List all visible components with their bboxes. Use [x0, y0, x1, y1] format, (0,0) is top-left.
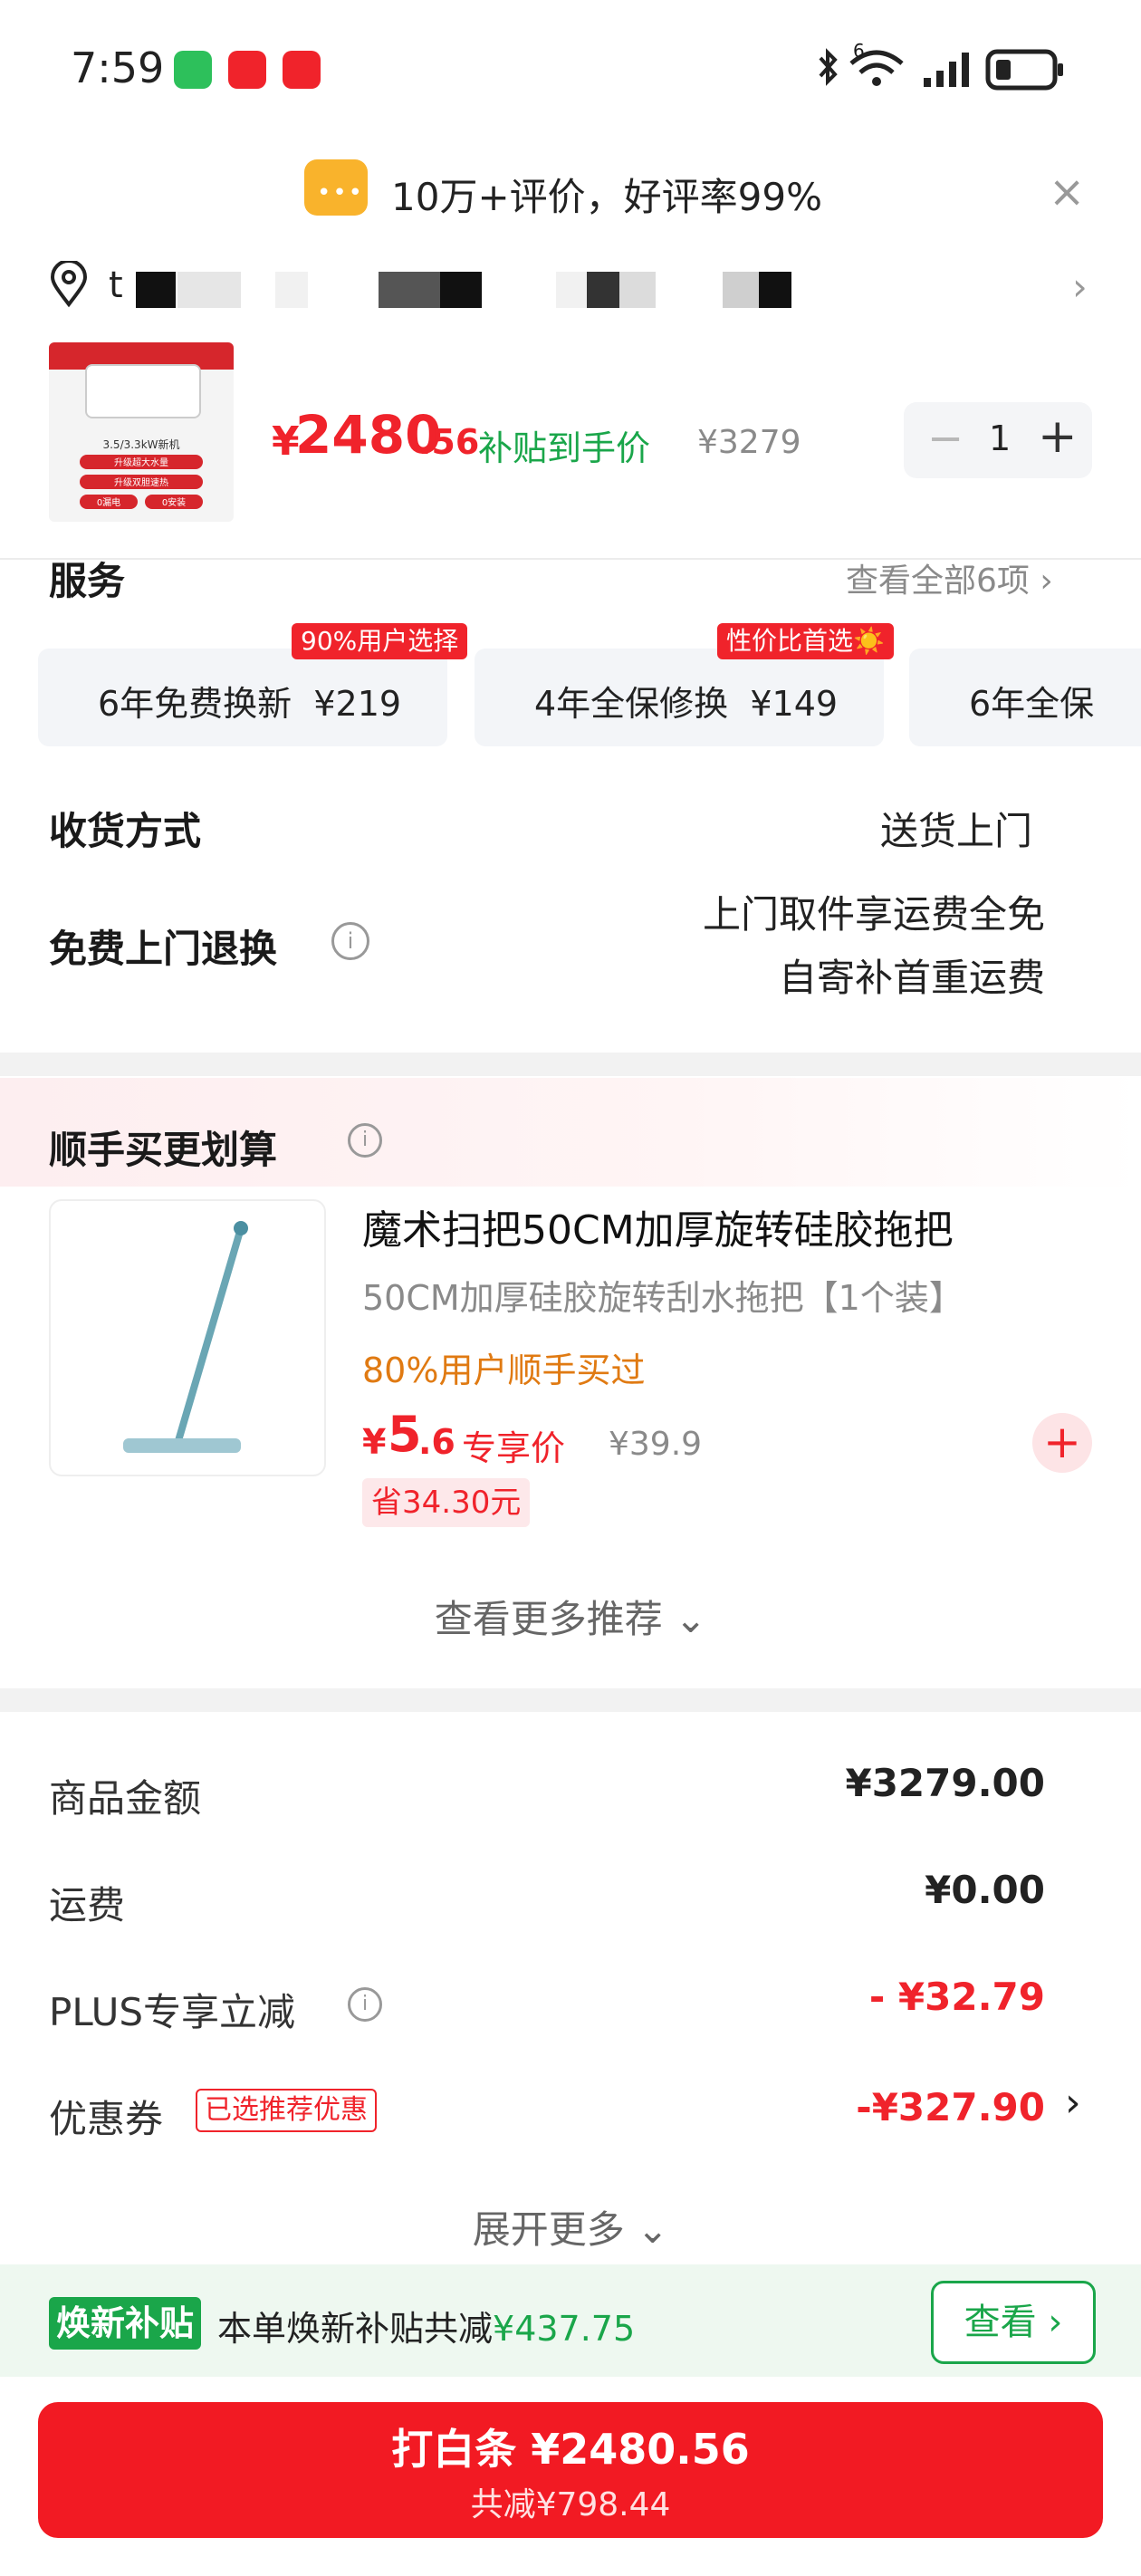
addon-title: 顺手买更划算: [49, 1128, 278, 1172]
delivery-method-value[interactable]: 送货上门: [688, 801, 1032, 856]
redacted-block: [275, 272, 308, 308]
subsidy-text: 本单焕新补贴共减¥437.75: [217, 2301, 635, 2350]
quantity-increase-button[interactable]: +: [1038, 409, 1078, 464]
redacted-block: [177, 272, 241, 308]
mop-price-integer: 5: [388, 1406, 422, 1463]
mop-original-price: ¥39.9: [609, 1426, 703, 1463]
service-option-card[interactable]: 4年全保修换 ¥149: [475, 649, 884, 746]
product-thumb-tag: 升级超大水量: [80, 455, 203, 469]
info-icon[interactable]: i: [348, 1123, 382, 1158]
coupon-value[interactable]: -¥327.90: [688, 2085, 1045, 2129]
mop-product-image[interactable]: [49, 1199, 326, 1476]
product-thumb-tag: 0漏电: [80, 495, 138, 509]
status-time: 7:59: [71, 43, 165, 92]
address-text: t: [109, 264, 123, 306]
coupon-chevron-icon[interactable]: ›: [1065, 2080, 1081, 2126]
free-return-label: 免费上门退换: [49, 927, 278, 971]
quantity-value[interactable]: 1: [989, 418, 1011, 458]
pay-button-label: 打白条 ¥2480.56: [391, 2425, 750, 2474]
redacted-block: [723, 272, 759, 308]
mop-title[interactable]: 魔术扫把50CM加厚旋转硅胶拖把: [362, 1197, 954, 1255]
subsidy-tag: 焕新补贴: [49, 2297, 202, 2350]
network-label: 6: [853, 40, 865, 62]
app-notification-icon: [228, 51, 266, 89]
plus-discount-value: - ¥32.79: [868, 1975, 1045, 2019]
original-price: ¥3279: [697, 424, 801, 461]
battery-icon: [985, 49, 1063, 91]
service-option-text: 6年全保: [969, 684, 1095, 724]
subsidy-price-label: 补贴到手价: [478, 428, 651, 468]
more-recommendations-link[interactable]: 查看更多推荐 ⌄: [0, 1589, 1141, 1644]
mop-exclusive-label: 专享价: [462, 1428, 566, 1468]
redacted-block: [759, 272, 791, 308]
close-icon[interactable]: ×: [1049, 170, 1085, 214]
section-divider: [0, 1688, 1141, 1712]
subsidy-amount: ¥437.75: [493, 2309, 636, 2349]
redacted-block: [379, 272, 440, 308]
shipping-label: 运费: [49, 1883, 126, 1927]
mop-image: [123, 1221, 248, 1453]
product-thumb-tag: 升级双胆速热: [80, 475, 203, 489]
signal-icon: [924, 53, 969, 87]
redacted-block: [619, 272, 656, 308]
delivery-method-label: 收货方式: [49, 809, 202, 853]
product-thumb-caption: 3.5/3.3kW新机: [102, 438, 180, 451]
service-badge: 性价比首选☀️: [717, 623, 894, 659]
address-chevron-icon[interactable]: ›: [1072, 264, 1088, 309]
free-return-line-1: 上门取件享运费全免: [702, 892, 1045, 937]
service-badge: 90%用户选择: [292, 623, 468, 659]
info-icon[interactable]: i: [348, 1987, 382, 2022]
coupon-label: 优惠券: [49, 2097, 164, 2141]
redacted-block: [587, 272, 619, 308]
service-option-card[interactable]: 6年免费换新 ¥219: [38, 649, 447, 746]
service-option-text: 6年免费换新 ¥219: [98, 684, 402, 724]
chat-icon: •••: [304, 159, 368, 216]
section-divider: [0, 1053, 1141, 1076]
expand-more-link[interactable]: 展开更多 ⌄: [0, 2199, 1141, 2254]
mop-savings-badge: 省34.30元: [362, 1478, 531, 1527]
location-pin-icon: [50, 261, 88, 308]
goods-amount-label: 商品金额: [49, 1776, 202, 1821]
product-thumb-tag: 0安装: [145, 495, 203, 509]
mop-price-decimal: .6: [418, 1422, 455, 1462]
pay-button-savings: 共减¥798.44: [470, 2486, 671, 2523]
goods-amount-value: ¥3279.00: [845, 1761, 1045, 1805]
coupon-recommended-tag: 已选推荐优惠: [196, 2089, 377, 2132]
product-thumbnail[interactable]: 3.5/3.3kW新机 升级超大水量 升级双胆速热 0漏电 0安装: [49, 342, 234, 522]
view-subsidy-button[interactable]: 查看 ›: [931, 2281, 1096, 2364]
app-notification-icon-2: [283, 51, 321, 89]
rating-banner: 10万+评价，好评率99%: [391, 175, 822, 219]
add-to-order-button[interactable]: +: [1032, 1413, 1092, 1473]
mop-price-currency: ¥: [362, 1422, 387, 1462]
price-decimal: .56: [418, 422, 480, 462]
service-option-card[interactable]: 6年全保: [909, 649, 1141, 746]
redacted-block: [556, 272, 589, 308]
redacted-block: [136, 272, 176, 308]
subsidy-text-label: 本单焕新补贴共减: [217, 2309, 494, 2349]
wechat-icon: [174, 51, 212, 89]
bluetooth-icon: [819, 48, 838, 86]
status-bar: 7:59 6: [0, 0, 1141, 136]
mop-bought-stat: 80%用户顺手买过: [362, 1350, 646, 1390]
services-title: 服务: [49, 559, 126, 603]
shipping-value: ¥0.00: [925, 1868, 1045, 1912]
quantity-decrease-button[interactable]: −: [927, 413, 964, 464]
mop-subtitle: 50CM加厚硅胶旋转刮水拖把【1个装】: [362, 1278, 964, 1318]
plus-discount-label: PLUS专享立减: [49, 1990, 296, 2034]
services-view-all-link[interactable]: 查看全部6项 ›: [846, 554, 1053, 601]
info-icon[interactable]: i: [331, 922, 369, 960]
free-return-line-2: 自寄补首重运费: [778, 956, 1045, 1000]
redacted-block: [440, 272, 482, 308]
service-option-text: 4年全保修换 ¥149: [534, 684, 839, 724]
